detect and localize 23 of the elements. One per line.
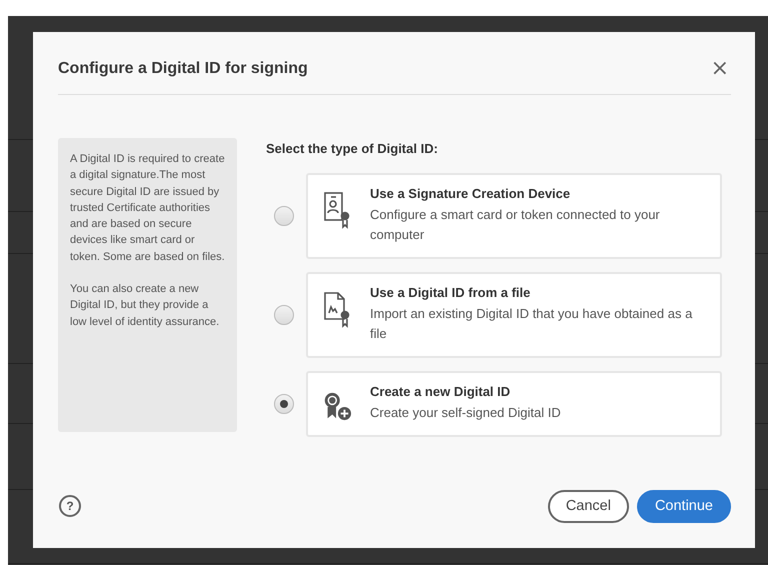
option-title: Use a Signature Creation Device <box>370 186 572 201</box>
id-card-icon <box>324 192 350 230</box>
radio-button[interactable] <box>274 394 294 414</box>
radio-button[interactable] <box>274 305 294 325</box>
option-description: Create your self-signed Digital ID <box>370 404 561 422</box>
info-text: You can also create a new Digital ID, but they provide a low level of identity assurance. <box>70 282 220 330</box>
dialog-title: Configure a Digital ID for signing <box>58 60 308 78</box>
help-icon[interactable]: ? <box>59 495 81 517</box>
section-prompt: Select the type of Digital ID: <box>266 141 439 156</box>
continue-button[interactable]: Continue <box>636 490 731 522</box>
radio-button[interactable] <box>274 206 294 226</box>
option-description: Configure a smart card or token connected to your computer <box>370 206 661 244</box>
award-add-icon <box>322 390 352 422</box>
option-title: Use a Digital ID from a file <box>370 285 532 300</box>
option-description: Import an existing Digital ID that you have obtained as a file <box>370 305 694 343</box>
option-title: Create a new Digital ID <box>370 384 512 399</box>
cancel-button[interactable]: Cancel <box>548 490 629 522</box>
option-card[interactable]: Create a new Digital ID Create your self-signed Digital ID <box>306 371 722 437</box>
document-icon <box>323 291 351 329</box>
close-button[interactable]: × <box>710 59 729 79</box>
option-card[interactable]: Use a Digital ID from a file Import an existing Digital ID that you have obtained as a file <box>306 272 722 358</box>
info-text: A Digital ID is required to create a digital signature.The most secure Digital ID are issued by trusted Certificate authorities and are based on secure devices like smart card or token. Some are based on files. <box>70 152 225 265</box>
option-card[interactable]: Use a Signature Creation Device Configure a smart card or token connected to your computer <box>306 173 722 259</box>
